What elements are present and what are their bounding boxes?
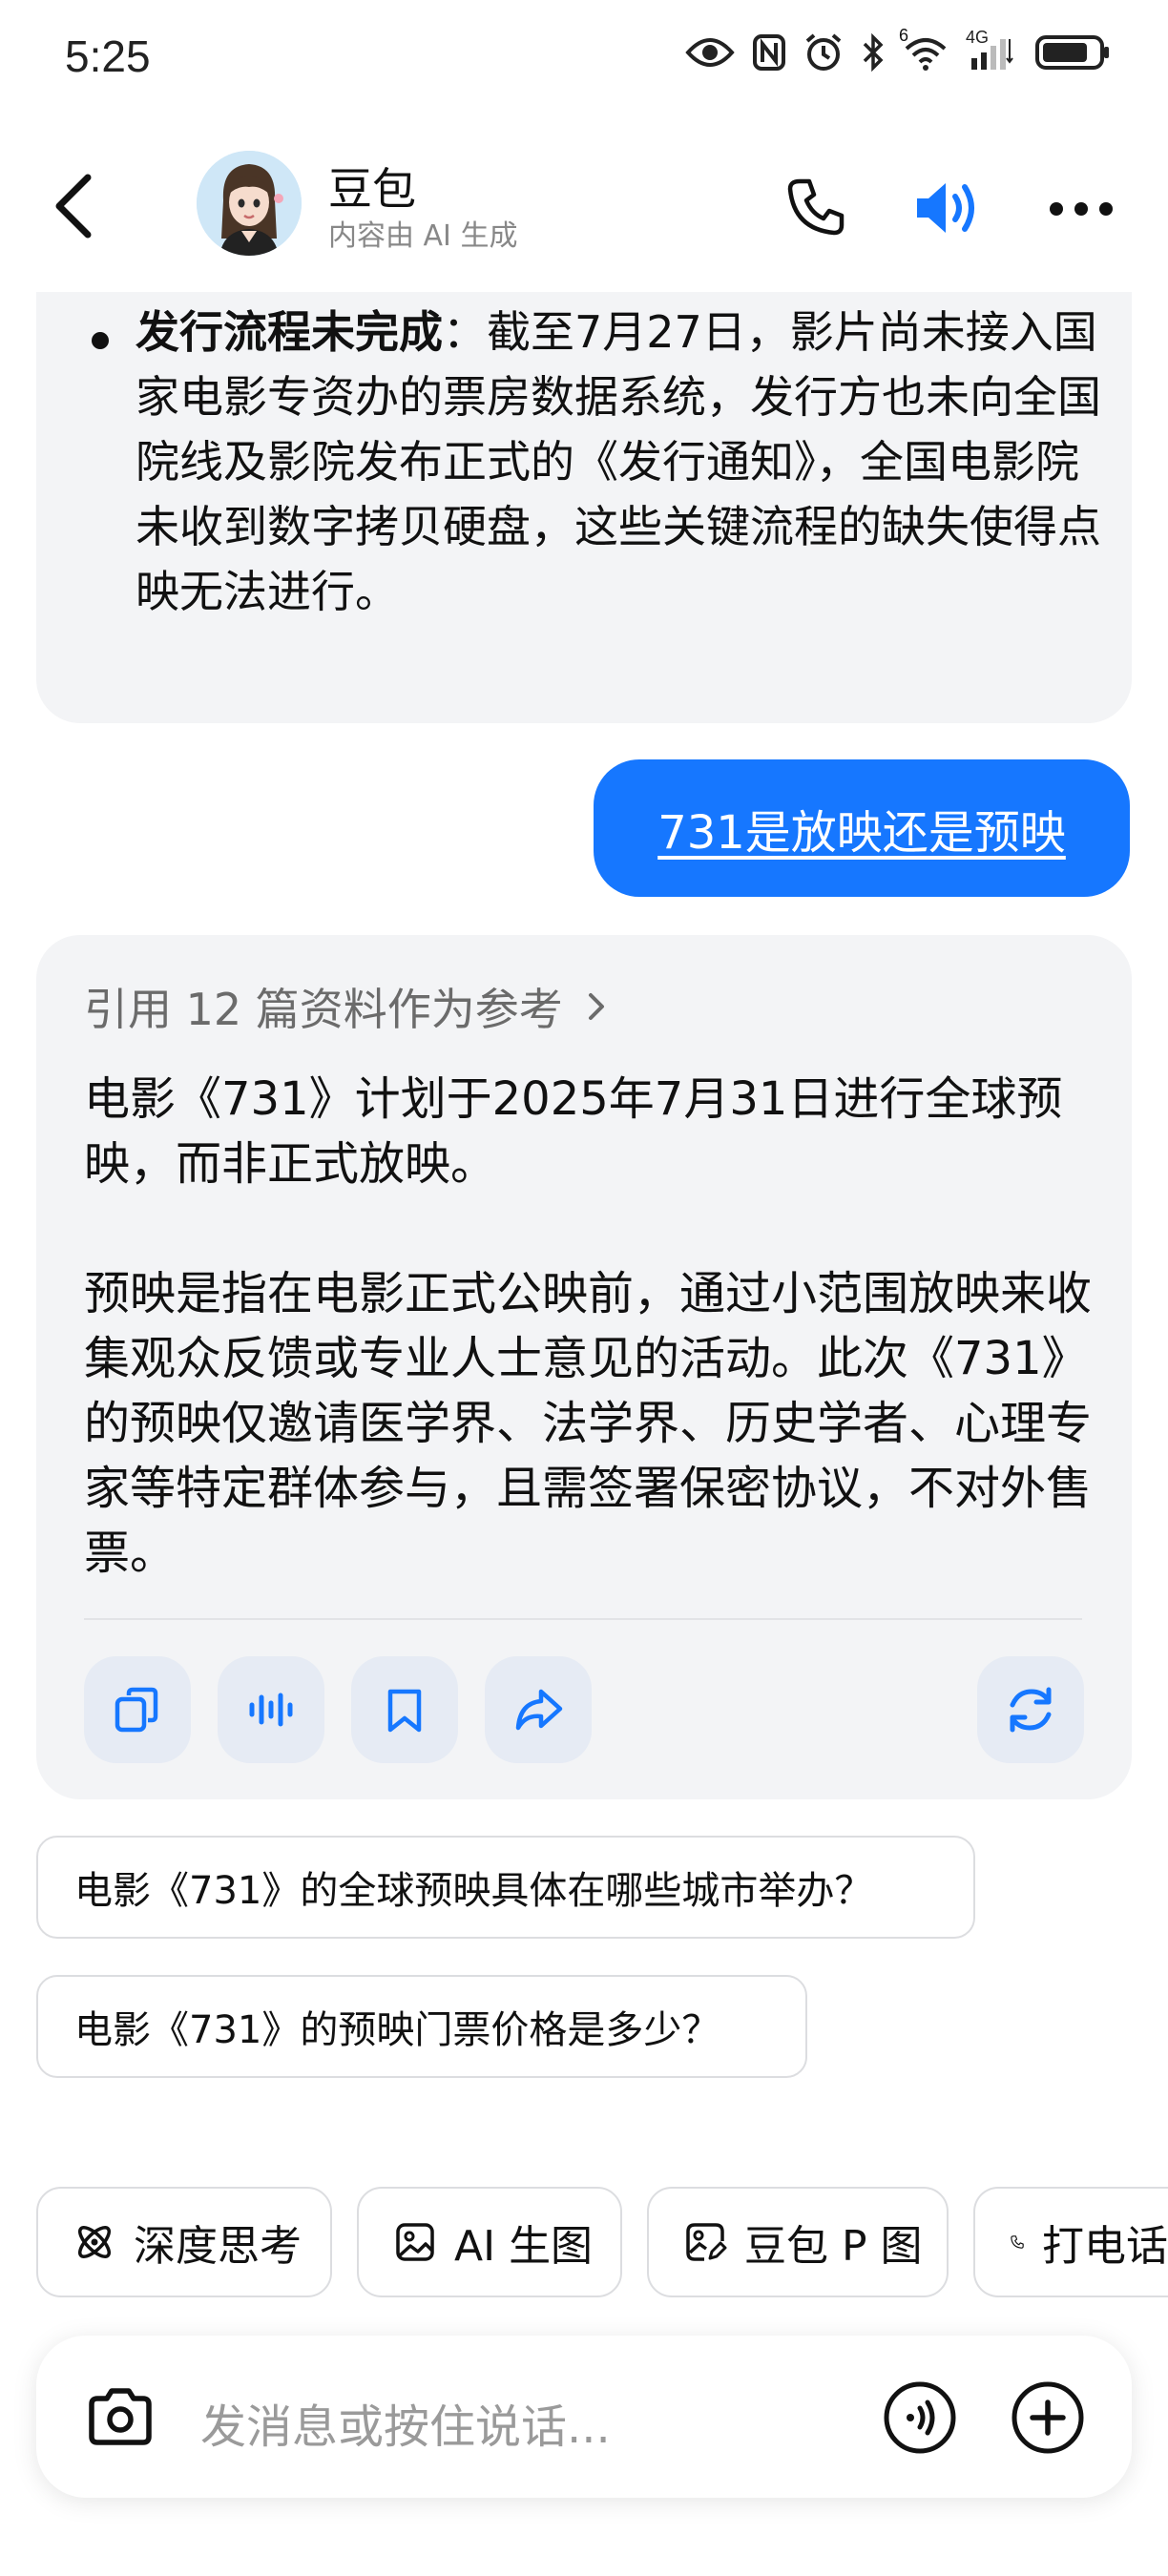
chat-subtitle: 内容由 AI 生成 <box>328 219 518 253</box>
phone-icon <box>787 178 845 236</box>
chat-title: 豆包 <box>328 163 416 215</box>
answer-paragraph-2: 预映是指在电影正式公映前，通过小范围放映来收集观众反馈或专业人士意见的活动。此次… <box>84 1267 1093 1580</box>
call-button[interactable] <box>782 174 849 240</box>
answer-card: 引用 12 篇资料作为参考 电影《731》计划于2025年7月31日进行全球预映… <box>36 935 1132 1799</box>
status-bar: 5:25 6 4G <box>0 0 1168 114</box>
read-aloud-button[interactable] <box>218 1656 324 1763</box>
bookmark-button[interactable] <box>351 1656 458 1763</box>
copy-button[interactable] <box>84 1656 191 1763</box>
back-button[interactable] <box>48 170 105 242</box>
speaker-toggle[interactable] <box>911 172 984 244</box>
refresh-icon <box>1010 1687 1052 1733</box>
avatar[interactable] <box>197 151 302 256</box>
bookmark-icon <box>387 1689 422 1733</box>
voice-wave-icon <box>249 1693 293 1727</box>
share-button[interactable] <box>485 1656 592 1763</box>
image-icon <box>396 2223 434 2261</box>
regenerate-button[interactable] <box>977 1656 1084 1763</box>
more-horizontal-icon <box>1050 202 1113 216</box>
previous-answer-card: 发行流程未完成：截至7月27日，影片尚未接入国家电影专资办的票房数据系统，发行方… <box>36 292 1132 723</box>
tool-label: 打电话 <box>1042 2222 1168 2271</box>
tool-deep-think[interactable]: 深度思考 <box>36 2187 332 2297</box>
alarm-icon <box>805 33 842 71</box>
phone-icon <box>1011 2235 1024 2249</box>
speaker-on-icon <box>917 183 974 233</box>
tool-label: 豆包 P 图 <box>744 2222 923 2271</box>
bluetooth-icon <box>863 32 884 73</box>
suggestion-chip[interactable]: 电影《731》的全球预映具体在哪些城市举办？ <box>36 1836 975 1939</box>
copy-icon <box>115 1687 158 1733</box>
status-icons: 6 4G <box>685 26 1111 73</box>
image-edit-icon <box>686 2223 727 2261</box>
tool-call[interactable]: 打电话 <box>973 2187 1168 2297</box>
cellular-icon: 4G <box>966 28 1017 72</box>
battery-icon <box>1035 35 1109 70</box>
bullet-title: 发行流程未完成 <box>136 306 443 358</box>
camera-icon <box>89 2388 152 2445</box>
bullet-marker <box>92 332 109 349</box>
bullet-item: 发行流程未完成：截至7月27日，影片尚未接入国家电影专资办的票房数据系统，发行方… <box>136 300 1118 624</box>
voice-input-button[interactable] <box>882 2379 958 2456</box>
plus-circle-icon <box>1012 2381 1084 2454</box>
status-time: 5:25 <box>65 31 151 81</box>
chat-header: 豆包 内容由 AI 生成 <box>0 134 1168 277</box>
assistant-avatar-icon <box>197 151 302 256</box>
voice-icon <box>884 2381 956 2454</box>
camera-button[interactable] <box>82 2379 158 2456</box>
wifi-superscript: 6 <box>899 26 909 45</box>
eye-icon <box>685 38 735 67</box>
suggestion-text: 电影《731》的预映门票价格是多少？ <box>74 2008 720 2052</box>
add-button[interactable] <box>1010 2379 1086 2456</box>
more-button[interactable] <box>1046 176 1116 242</box>
tool-label: AI 生图 <box>454 2222 594 2271</box>
suggestion-text: 电影《731》的全球预映具体在哪些城市举办？ <box>74 1869 873 1913</box>
wifi-icon: 6 <box>899 26 949 72</box>
suggestion-chip[interactable]: 电影《731》的预映门票价格是多少？ <box>36 1975 807 2078</box>
message-input-bar: 发消息或按住说话... <box>36 2336 1132 2498</box>
chevron-left-icon <box>55 174 92 239</box>
message-input[interactable]: 发消息或按住说话... <box>200 2389 611 2456</box>
user-message-bubble[interactable]: 731是放映还是预映 <box>594 759 1130 897</box>
atom-icon <box>78 2226 111 2258</box>
tool-ai-image[interactable]: AI 生图 <box>357 2187 622 2297</box>
nfc-icon <box>753 34 785 71</box>
user-message-text: 731是放映还是预映 <box>657 806 1066 860</box>
chevron-right-icon <box>588 993 604 1020</box>
references-link[interactable]: 引用 12 篇资料作为参考 <box>84 975 609 1038</box>
answer-paragraph-1: 电影《731》计划于2025年7月31日进行全球预映，而非正式放映。 <box>84 1072 1063 1191</box>
share-icon <box>515 1689 563 1731</box>
divider <box>84 1618 1082 1620</box>
tool-label: 深度思考 <box>134 2222 302 2271</box>
references-label: 引用 12 篇资料作为参考 <box>84 984 563 1035</box>
tool-p-image[interactable]: 豆包 P 图 <box>647 2187 949 2297</box>
